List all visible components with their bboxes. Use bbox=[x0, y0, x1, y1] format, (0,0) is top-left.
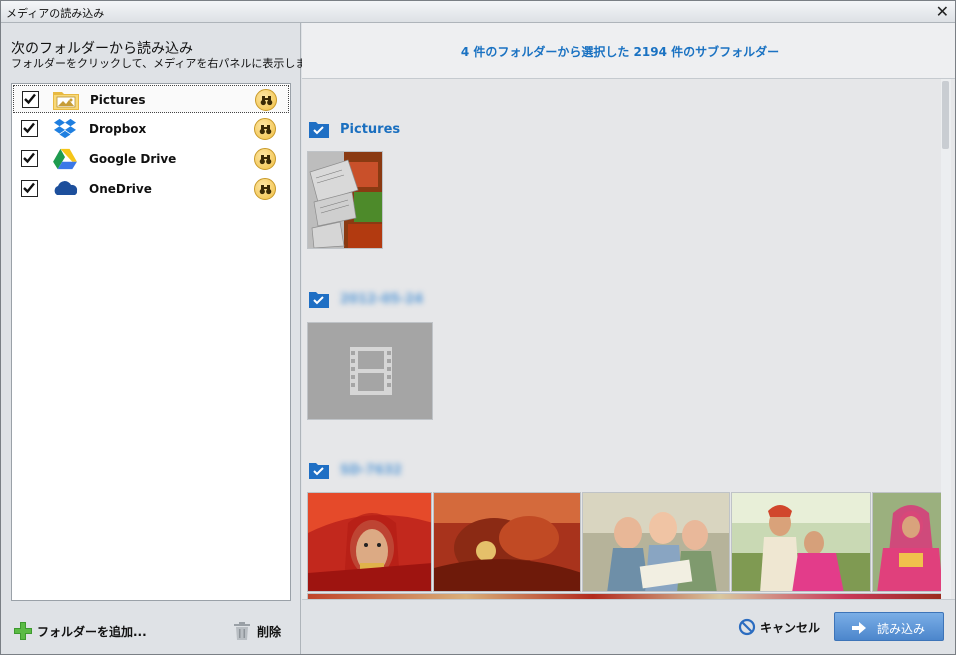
cancel-icon bbox=[738, 618, 756, 640]
add-folder-label: フォルダーを追加... bbox=[37, 625, 147, 639]
folder-row-dropbox[interactable]: Dropbox bbox=[13, 115, 289, 143]
photo-thumbnail[interactable] bbox=[731, 492, 871, 592]
dialog-footer: キャンセル 読み込み bbox=[302, 599, 955, 654]
plus-icon bbox=[13, 621, 33, 645]
title-bar: メディアの読み込み ✕ bbox=[1, 1, 955, 23]
google-drive-icon bbox=[51, 148, 79, 170]
media-group-name: Pictures bbox=[340, 122, 401, 137]
folder-row-onedrive[interactable]: OneDrive bbox=[13, 175, 289, 203]
close-icon[interactable]: ✕ bbox=[936, 2, 949, 22]
import-button[interactable]: 読み込み bbox=[834, 612, 944, 641]
film-icon bbox=[308, 323, 432, 419]
folder-label-pictures: Pictures bbox=[90, 93, 146, 107]
folder-check-icon bbox=[308, 289, 330, 313]
import-media-dialog: メディアの読み込み ✕ 次のフォルダーから読み込み フォルダーをクリックして、メ… bbox=[0, 0, 956, 655]
binoculars-icon[interactable] bbox=[254, 118, 276, 140]
pictures-folder-icon bbox=[52, 89, 80, 111]
folder-label-google-drive: Google Drive bbox=[89, 152, 177, 166]
folder-row-pictures[interactable]: Pictures bbox=[13, 85, 289, 113]
photo-thumbnail[interactable] bbox=[872, 492, 942, 592]
media-scrollbar[interactable] bbox=[941, 79, 951, 599]
delete-label: 削除 bbox=[257, 625, 282, 639]
folder-checkbox-onedrive[interactable] bbox=[21, 180, 38, 197]
photo-thumbnail[interactable] bbox=[582, 492, 730, 592]
folder-list: Pictures Dropbox Google Drive OneDrive bbox=[11, 83, 291, 601]
folder-panel: 次のフォルダーから読み込み フォルダーをクリックして、メディアを右パネルに表示し… bbox=[1, 23, 317, 654]
folder-panel-subheading: フォルダーをクリックして、メディアを右パネルに表示します bbox=[11, 57, 318, 70]
folder-row-google-drive[interactable]: Google Drive bbox=[13, 145, 289, 173]
subfolder-summary: 4 件のフォルダーから選択した 2194 件のサブフォルダー bbox=[460, 45, 780, 59]
import-label: 読み込み bbox=[877, 622, 926, 636]
folder-checkbox-dropbox[interactable] bbox=[21, 120, 38, 137]
folder-check-icon bbox=[308, 460, 330, 484]
binoculars-icon[interactable] bbox=[254, 178, 276, 200]
video-thumbnail[interactable] bbox=[307, 322, 433, 420]
binoculars-icon[interactable] bbox=[255, 89, 277, 111]
dropbox-icon bbox=[51, 118, 79, 140]
folder-label-onedrive: OneDrive bbox=[89, 182, 152, 196]
media-group-name: SD-7632 bbox=[340, 463, 402, 478]
scroll-thumb[interactable] bbox=[942, 81, 949, 149]
media-thumbnail[interactable] bbox=[307, 151, 383, 249]
photo-thumbnail[interactable] bbox=[433, 492, 581, 592]
binoculars-icon[interactable] bbox=[254, 148, 276, 170]
arrow-right-icon bbox=[852, 622, 866, 634]
folder-label-dropbox: Dropbox bbox=[89, 122, 147, 136]
folder-checkbox-google-drive[interactable] bbox=[21, 150, 38, 167]
cancel-label: キャンセル bbox=[760, 621, 821, 635]
media-panel: Pictures 2012-05-24 SD-7632 bbox=[302, 79, 955, 599]
photo-thumbnail[interactable] bbox=[307, 492, 432, 592]
folder-check-icon bbox=[308, 119, 330, 143]
trash-icon bbox=[233, 621, 251, 645]
folder-checkbox-pictures[interactable] bbox=[22, 91, 39, 108]
onedrive-icon bbox=[51, 178, 79, 200]
media-panel-header: 4 件のフォルダーから選択した 2194 件のサブフォルダー bbox=[302, 23, 955, 79]
media-group-name: 2012-05-24 bbox=[340, 292, 424, 307]
window-title: メディアの読み込み bbox=[6, 7, 105, 20]
